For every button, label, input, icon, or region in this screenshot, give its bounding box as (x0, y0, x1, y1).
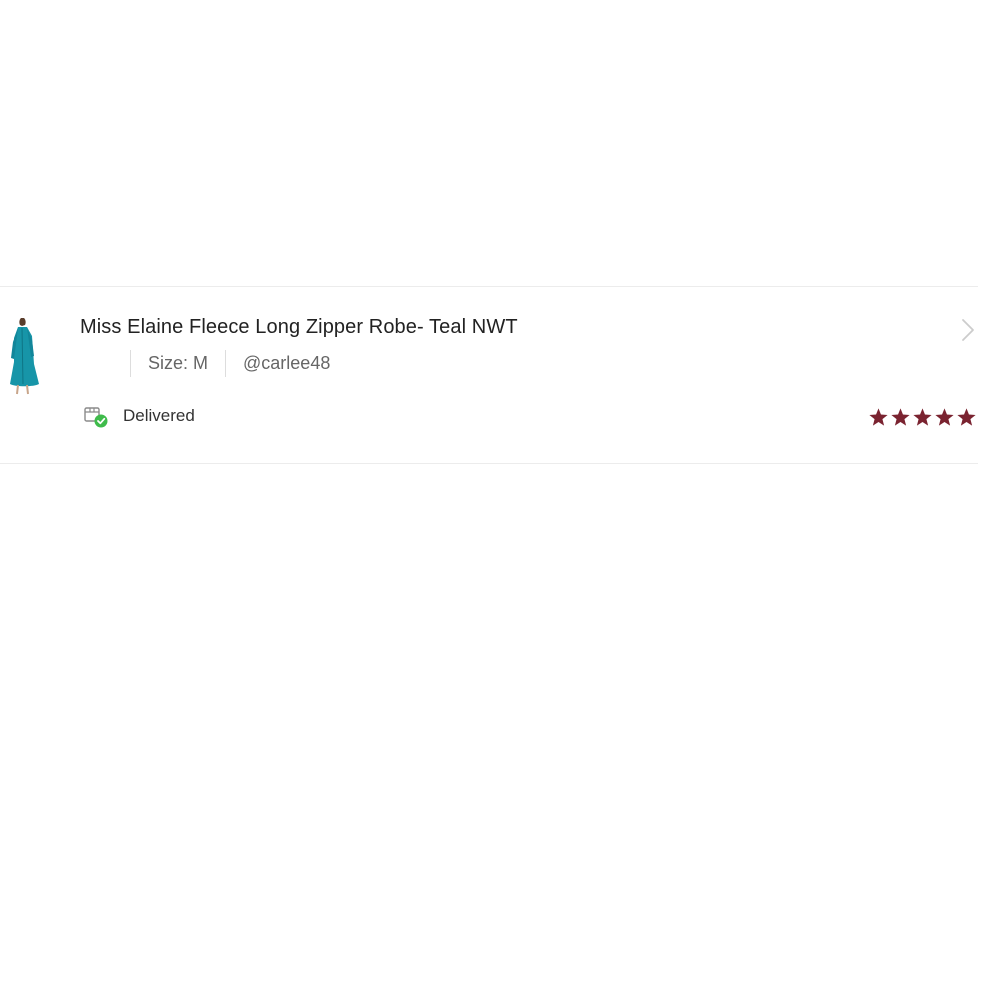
product-thumbnail[interactable] (4, 314, 44, 396)
star-icon (935, 408, 954, 426)
star-icon (869, 408, 888, 426)
star-rating (868, 407, 978, 428)
order-list-item[interactable]: Miss Elaine Fleece Long Zipper Robe- Tea… (0, 286, 978, 464)
seller-username[interactable]: @carlee48 (226, 353, 330, 374)
product-title[interactable]: Miss Elaine Fleece Long Zipper Robe- Tea… (80, 316, 518, 339)
star-icon (957, 408, 976, 426)
order-status: Delivered (83, 403, 195, 429)
star-icon (913, 408, 932, 426)
chevron-right-icon[interactable] (960, 317, 976, 343)
star-icon (891, 408, 910, 426)
status-text: Delivered (123, 406, 195, 425)
size-label: Size: M (148, 353, 209, 373)
order-meta: Size: M @carlee48 (130, 350, 330, 377)
delivered-box-check-icon (84, 407, 108, 428)
